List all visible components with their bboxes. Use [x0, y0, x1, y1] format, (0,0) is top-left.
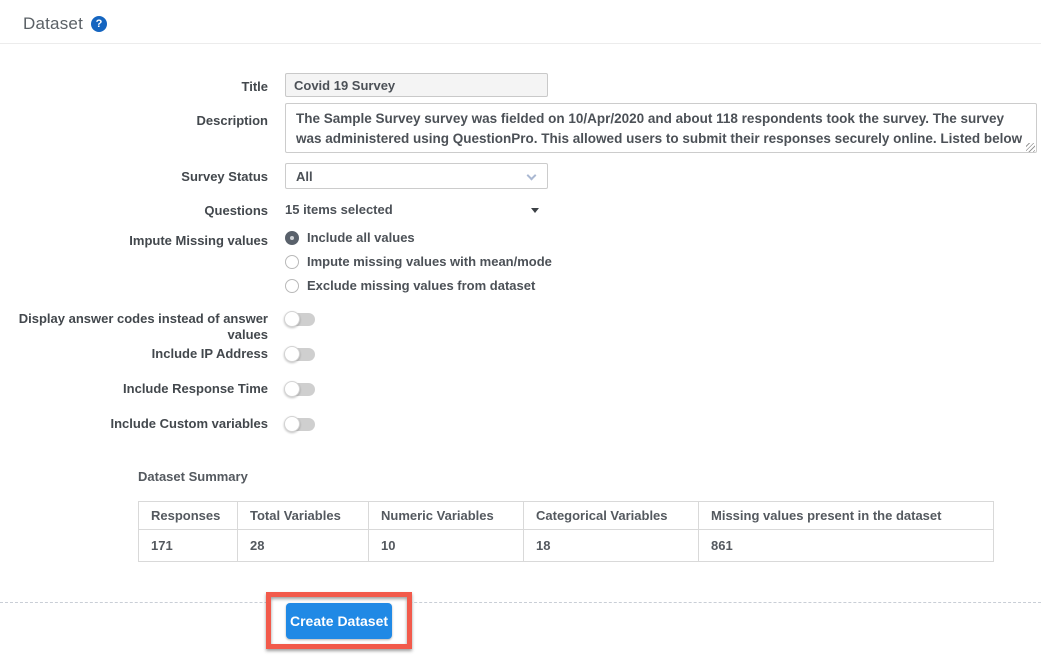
title-input[interactable]: [285, 73, 548, 97]
questions-row: Questions 15 items selected: [0, 201, 1041, 218]
cell-responses: 171: [138, 529, 238, 562]
radio-option-impute-mean-mode[interactable]: Impute missing values with mean/mode: [285, 254, 552, 269]
chevron-down-icon: [526, 170, 537, 181]
help-icon[interactable]: ?: [91, 16, 107, 32]
radio-option-label: Impute missing values with mean/mode: [307, 254, 552, 269]
response-time-toggle[interactable]: [284, 381, 315, 397]
survey-status-select[interactable]: All: [285, 163, 548, 189]
cell-numeric-variables: 10: [368, 529, 524, 562]
questions-multiselect[interactable]: 15 items selected: [285, 202, 548, 217]
dataset-summary-heading: Dataset Summary: [138, 469, 248, 484]
column-header-total-variables: Total Variables: [237, 501, 369, 530]
toggle-knob: [284, 346, 300, 362]
custom-variables-toggle[interactable]: [284, 416, 315, 432]
answer-codes-toggle[interactable]: [284, 311, 315, 327]
ip-address-toggle[interactable]: [284, 346, 315, 362]
dashed-divider: [0, 602, 1041, 603]
radio-selected-icon[interactable]: [285, 230, 299, 245]
page-header: Dataset ?: [23, 14, 107, 34]
impute-label: Impute Missing values: [129, 233, 268, 248]
title-label: Title: [241, 79, 269, 94]
survey-status-row: Survey Status All: [0, 163, 1041, 189]
page-title: Dataset: [23, 14, 83, 33]
caret-down-icon: [531, 208, 539, 213]
radio-option-exclude-missing[interactable]: Exclude missing values from dataset: [285, 278, 552, 293]
radio-unselected-icon[interactable]: [285, 278, 299, 293]
questions-selected-count: 15 items selected: [285, 202, 393, 217]
column-header-responses: Responses: [138, 501, 238, 530]
cell-missing-values: 861: [698, 529, 994, 562]
dataset-summary-table: Responses Total Variables Numeric Variab…: [138, 501, 994, 562]
questions-label: Questions: [204, 203, 268, 218]
survey-status-label: Survey Status: [181, 169, 268, 184]
toggle-knob: [284, 381, 300, 397]
impute-radio-group: Include all values Impute missing values…: [285, 230, 552, 302]
annotation-highlight-box: Create Dataset: [266, 592, 412, 649]
description-label: Description: [196, 113, 268, 128]
table-row: 171 28 10 18 861: [138, 529, 994, 562]
survey-status-value: All: [296, 168, 313, 184]
column-header-categorical-variables: Categorical Variables: [523, 501, 699, 530]
toggle-knob: [284, 311, 300, 327]
toggle-label: Include Response Time: [123, 381, 268, 396]
toggle-row-response-time: Include Response Time: [0, 381, 1041, 397]
column-header-numeric-variables: Numeric Variables: [368, 501, 524, 530]
toggle-label: Display answer codes instead of answer v…: [18, 311, 268, 342]
cell-total-variables: 28: [237, 529, 369, 562]
toggle-row-answer-codes: Display answer codes instead of answer v…: [0, 311, 1041, 342]
radio-option-label: Exclude missing values from dataset: [307, 278, 536, 293]
create-dataset-button[interactable]: Create Dataset: [286, 602, 392, 639]
cell-categorical-variables: 18: [523, 529, 699, 562]
header-divider: [0, 43, 1041, 44]
radio-unselected-icon[interactable]: [285, 254, 299, 269]
toggle-knob: [284, 416, 300, 432]
description-textarea[interactable]: The Sample Survey survey was fielded on …: [285, 103, 1037, 153]
toggle-label: Include Custom variables: [110, 416, 269, 431]
radio-option-include-all[interactable]: Include all values: [285, 230, 552, 245]
toggle-row-ip-address: Include IP Address: [0, 346, 1041, 362]
column-header-missing-values: Missing values present in the dataset: [698, 501, 994, 530]
toggle-label: Include IP Address: [151, 346, 268, 361]
radio-option-label: Include all values: [307, 230, 415, 245]
table-header-row: Responses Total Variables Numeric Variab…: [138, 501, 994, 530]
toggle-row-custom-variables: Include Custom variables: [0, 416, 1041, 432]
